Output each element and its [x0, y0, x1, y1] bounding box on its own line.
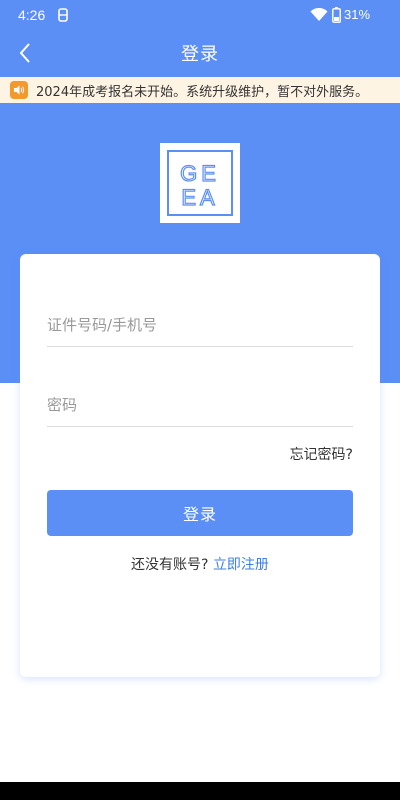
notice-bar: 2024年成考报名未开始。系统升级维护，暂不对外服务。: [0, 77, 400, 103]
login-button[interactable]: 登录: [47, 490, 353, 536]
logo-text-bottom: EA: [181, 185, 218, 210]
speaker-icon: [10, 81, 28, 99]
register-row: 还没有账号? 立即注册: [20, 554, 380, 574]
logo-mark: GE EA: [180, 160, 220, 210]
notice-text: 2024年成考报名未开始。系统升级维护，暂不对外服务。: [36, 84, 369, 100]
battery-percent: 31%: [344, 7, 371, 22]
logo-text-top: GE: [180, 161, 220, 186]
page-title: 登录: [181, 44, 219, 65]
password-field: [47, 386, 353, 427]
wifi-icon: [310, 8, 328, 21]
logo-frame: GE EA: [167, 150, 233, 216]
register-link[interactable]: 立即注册: [213, 557, 269, 573]
forgot-password-link[interactable]: 忘记密码?: [290, 444, 353, 464]
id-field: [47, 306, 353, 347]
password-input[interactable]: [47, 386, 353, 424]
system-nav-bar: [0, 782, 400, 800]
register-prompt: 还没有账号?: [131, 557, 209, 573]
status-time: 4:26: [18, 7, 46, 23]
battery-icon: [332, 7, 341, 23]
app-logo: GE EA: [160, 143, 240, 223]
id-input[interactable]: [47, 306, 353, 344]
nav-bar: 登录: [0, 30, 400, 76]
app-notification-icon: [58, 8, 68, 22]
login-card: 忘记密码? 登录 还没有账号? 立即注册: [20, 254, 380, 677]
status-bar: 4:26 31%: [0, 0, 400, 30]
